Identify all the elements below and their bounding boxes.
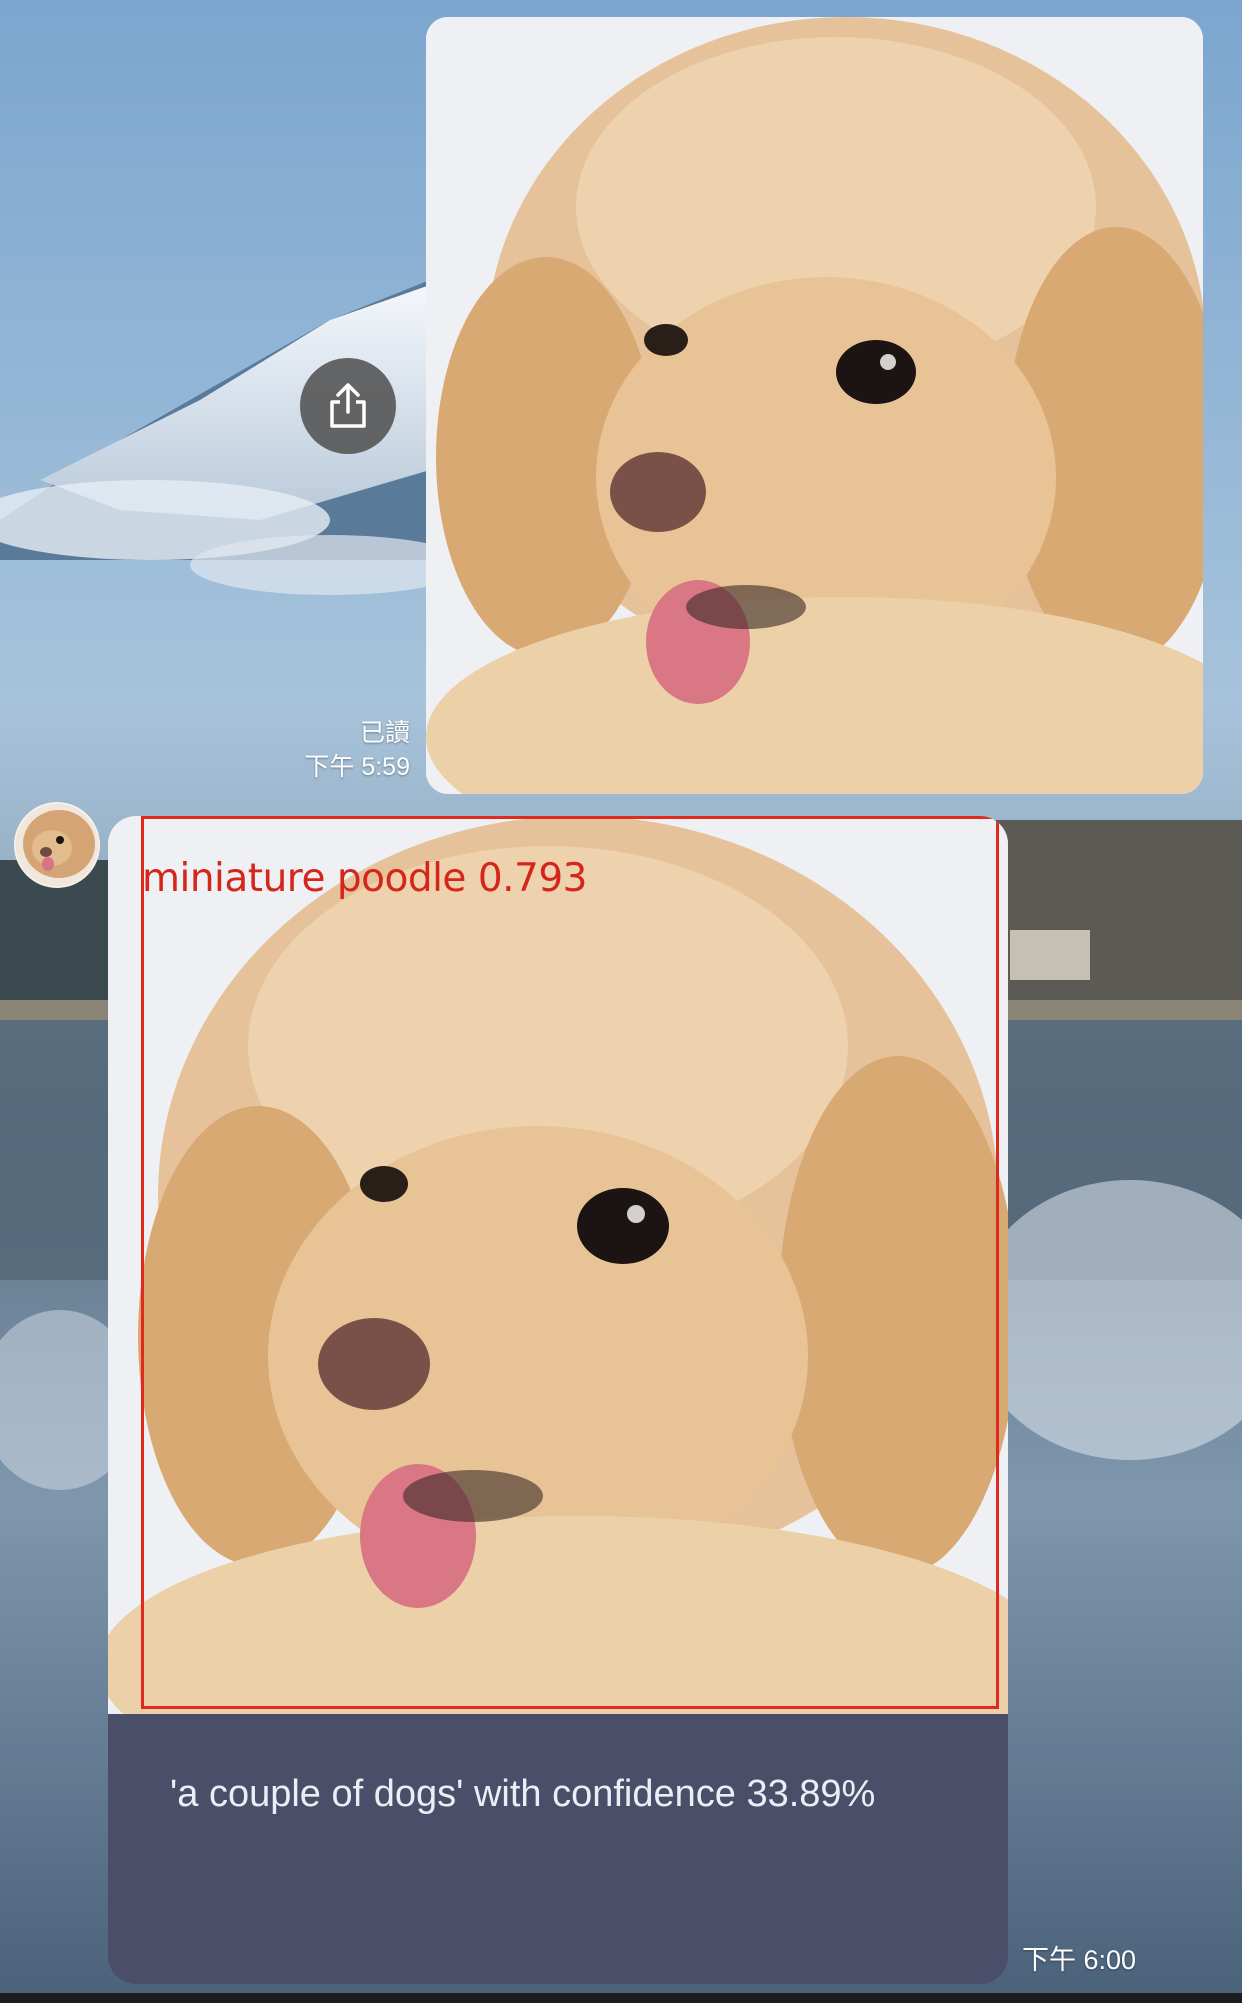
outgoing-image-message[interactable] bbox=[426, 17, 1203, 794]
poodle-photo bbox=[426, 17, 1203, 794]
read-status: 已讀 bbox=[359, 719, 410, 747]
incoming-message-card[interactable]: miniature poodle 0.793 'a couple of dogs… bbox=[108, 816, 1008, 1984]
share-button[interactable] bbox=[300, 358, 396, 454]
detection-bounding-box bbox=[141, 816, 999, 1709]
incoming-timestamp: 下午 6:00 bbox=[1022, 1945, 1137, 1975]
message-timestamp: 下午 5:59 bbox=[304, 753, 410, 781]
caption-text: 'a couple of dogs' with confidence 33.89… bbox=[170, 1773, 876, 1815]
detection-result-image[interactable]: miniature poodle 0.793 bbox=[108, 816, 1008, 1714]
bottom-edge-bar bbox=[0, 1993, 1242, 2003]
poodle-avatar bbox=[16, 804, 98, 886]
share-icon bbox=[330, 383, 366, 428]
detection-label: miniature poodle 0.793 bbox=[142, 856, 587, 901]
avatar[interactable] bbox=[14, 802, 100, 888]
outgoing-meta: 已讀 下午 5:59 bbox=[304, 716, 410, 784]
